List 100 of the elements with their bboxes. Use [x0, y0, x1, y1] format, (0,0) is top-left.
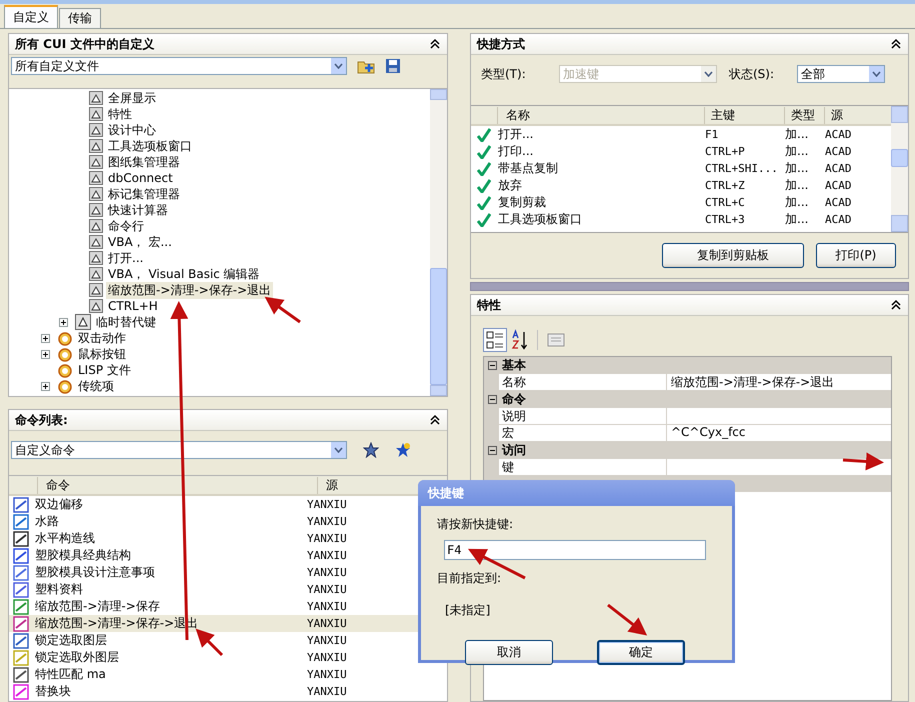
expand-icon[interactable] [41, 334, 50, 342]
check-icon [477, 144, 491, 158]
collapse-icon[interactable] [429, 38, 441, 50]
column-header[interactable]: 命令 [37, 476, 317, 494]
dialog-button[interactable]: 取消 [465, 640, 553, 665]
command-name: 水路 [35, 514, 59, 528]
command-source: YANXIU [307, 532, 348, 545]
command-name: 锁定选取外图层 [35, 650, 119, 664]
tree-item[interactable]: VBA， 宏... [106, 234, 174, 250]
folder-node-icon [57, 362, 73, 378]
command-row[interactable]: 水路 YANXIU [9, 513, 419, 530]
tree-item[interactable]: VBA， Visual Basic 编辑器 [106, 266, 262, 282]
annotation-arrow [196, 628, 224, 656]
check-icon [477, 196, 491, 210]
command-row[interactable]: 水平构造线 YANXIU [9, 530, 419, 547]
star-icon[interactable] [395, 442, 411, 458]
shortcut-name: 打印... [497, 143, 534, 160]
star-icon[interactable] [363, 442, 379, 458]
tree-item[interactable]: 临时替代键 [94, 314, 158, 330]
shortcut-icon [89, 187, 103, 201]
tree-item[interactable]: 传统项 [76, 378, 116, 394]
tree-item[interactable]: 工具选项板窗口 [106, 138, 194, 154]
command-row[interactable]: 塑料资料 YANXIU [9, 581, 419, 598]
dialog-button[interactable]: 确定 [597, 640, 685, 665]
tree-item[interactable]: dbConnect [106, 171, 175, 185]
save-icon[interactable] [385, 58, 401, 74]
collapse-icon[interactable] [890, 299, 902, 311]
expand-icon[interactable] [41, 382, 50, 390]
check-icon [477, 162, 491, 176]
shortcut-name: 放弃 [497, 177, 523, 194]
tree-item[interactable]: 快速计算器 [106, 202, 170, 218]
command-row[interactable]: 塑胶模具经典结构 YANXIU [9, 547, 419, 564]
command-row[interactable]: 特性匹配 ma YANXIU [9, 666, 419, 683]
splitter-handle[interactable] [470, 282, 909, 291]
column-header[interactable]: 名称 [497, 106, 704, 124]
tree-item[interactable]: LISP 文件 [76, 362, 133, 378]
shortcut-key: CTRL+P [705, 145, 785, 158]
panel-button[interactable]: 复制到剪贴板 [662, 243, 804, 268]
shortcut-key: CTRL+SHI... [705, 162, 785, 175]
tab[interactable]: 自定义 [4, 5, 58, 28]
scrollbar[interactable] [430, 89, 447, 396]
shortcut-input[interactable]: F4 [444, 540, 706, 560]
tree-item[interactable]: 双击动作 [76, 330, 128, 346]
column-header[interactable]: 源 [824, 106, 874, 124]
command-row[interactable]: 锁定选取外图层 YANXIU [9, 649, 419, 666]
tree-item[interactable]: 命令行 [106, 218, 146, 234]
tree-item[interactable]: 打开... [106, 250, 146, 266]
command-filter-dropdown[interactable]: 自定义命令 [11, 441, 347, 459]
collapse-icon[interactable] [488, 395, 497, 404]
shortcut-icon [75, 314, 91, 330]
command-name: 塑胶模具设计注意事项 [35, 565, 155, 579]
shortcut-type: 加... [785, 177, 810, 194]
expand-icon[interactable] [59, 318, 68, 326]
command-row[interactable]: 双边偏移 YANXIU [9, 496, 419, 513]
collapse-icon[interactable] [890, 38, 902, 50]
check-icon [477, 128, 491, 142]
command-icon [13, 564, 29, 580]
shortcut-icon [89, 139, 103, 153]
command-row[interactable]: 替换块 YANXIU [9, 683, 419, 700]
folder-node-icon [57, 330, 73, 346]
command-source: YANXIU [307, 685, 348, 698]
panel-button[interactable]: 打印(P) [816, 243, 896, 268]
property-value[interactable] [667, 459, 891, 476]
shortcut-icon [89, 283, 103, 297]
expand-icon[interactable] [41, 350, 50, 358]
property-value[interactable]: 缩放范围->清理->保存->退出 [667, 374, 891, 391]
column-header[interactable]: 类型 [784, 106, 824, 124]
command-row[interactable]: 塑胶模具设计注意事项 YANXIU [9, 564, 419, 581]
collapse-icon[interactable] [429, 414, 441, 426]
tree-item[interactable]: 特性 [106, 106, 134, 122]
tree-item[interactable]: 缩放范围->清理->保存->退出 [106, 282, 274, 298]
annotation-arrow [607, 604, 648, 636]
shortcut-key: CTRL+3 [705, 213, 785, 226]
shortcut-type: 加... [785, 194, 810, 211]
shortcut-icon [89, 107, 103, 121]
command-source: YANXIU [307, 549, 348, 562]
column-header[interactable]: 主键 [704, 106, 784, 124]
categorized-icon[interactable] [483, 328, 507, 352]
command-source: YANXIU [307, 634, 348, 647]
collapse-icon[interactable] [488, 446, 497, 455]
tree-item[interactable]: 标记集管理器 [106, 186, 182, 202]
tab[interactable]: 传输 [59, 8, 101, 28]
dialog-title: 快捷键 [418, 480, 735, 506]
check-icon [477, 178, 491, 192]
annotation-arrow [842, 452, 884, 470]
scrollbar[interactable] [891, 106, 908, 232]
collapse-icon[interactable] [488, 361, 497, 370]
command-icon [13, 666, 29, 682]
status-dropdown[interactable]: 全部 [797, 65, 885, 83]
tree-item[interactable]: 鼠标按钮 [76, 346, 128, 362]
property-value[interactable]: ^C^Cyx_fcc [667, 425, 891, 442]
tree-item[interactable]: 全屏显示 [106, 90, 158, 106]
tree-item[interactable]: 图纸集管理器 [106, 154, 182, 170]
column-header[interactable]: 源 [317, 476, 417, 494]
command-row[interactable]: 缩放范围->清理->保存 YANXIU [9, 598, 419, 615]
tree-item[interactable]: CTRL+H [106, 299, 160, 313]
file-dropdown[interactable]: 所有自定义文件 [11, 57, 347, 75]
sort-az-icon[interactable] [511, 329, 529, 351]
command-row[interactable]: 锁定选取图层 YANXIU [9, 632, 419, 649]
tree-item[interactable]: 设计中心 [106, 122, 158, 138]
